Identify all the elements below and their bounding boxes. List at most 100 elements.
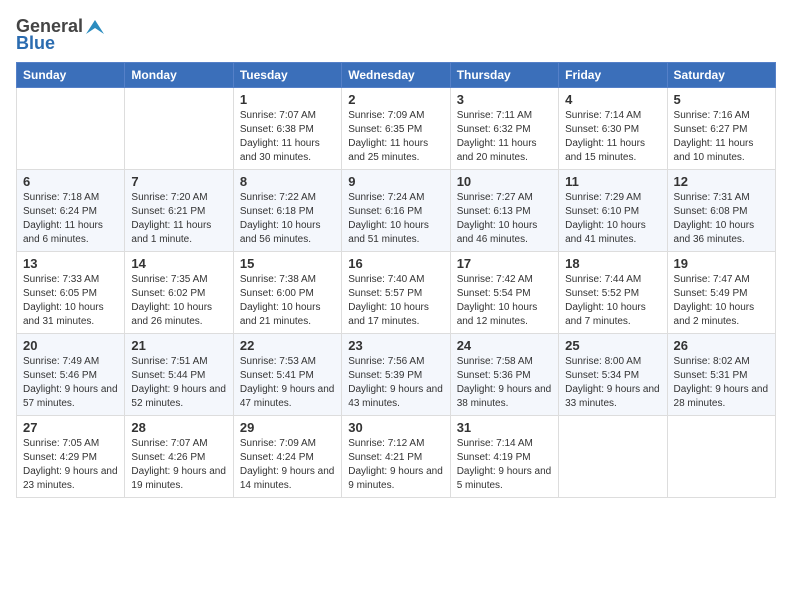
day-info: Sunrise: 7:14 AMSunset: 6:30 PMDaylight:… [565, 109, 660, 165]
calendar-cell: 17 Sunrise: 7:42 AMSunset: 5:54 PMDayligh… [450, 252, 558, 334]
logo-blue-text: Blue [16, 33, 55, 54]
column-header-thursday: Thursday [450, 63, 558, 88]
day-info: Sunrise: 7:07 AMSunset: 6:38 PMDaylight:… [240, 109, 335, 165]
calendar-header-row: SundayMondayTuesdayWednesdayThursdayFrid… [17, 63, 776, 88]
column-header-sunday: Sunday [17, 63, 125, 88]
calendar-cell: 30 Sunrise: 7:12 AMSunset: 4:21 PMDayligh… [342, 416, 450, 498]
day-number: 31 [457, 420, 552, 435]
day-info: Sunrise: 7:14 AMSunset: 4:19 PMDaylight:… [457, 437, 552, 493]
day-number: 12 [674, 174, 769, 189]
day-info: Sunrise: 7:09 AMSunset: 4:24 PMDaylight:… [240, 437, 335, 493]
day-info: Sunrise: 7:38 AMSunset: 6:00 PMDaylight:… [240, 273, 335, 329]
day-info: Sunrise: 7:29 AMSunset: 6:10 PMDaylight:… [565, 191, 660, 247]
calendar-cell: 16 Sunrise: 7:40 AMSunset: 5:57 PMDayligh… [342, 252, 450, 334]
calendar-cell: 21 Sunrise: 7:51 AMSunset: 5:44 PMDayligh… [125, 334, 233, 416]
day-number: 26 [674, 338, 769, 353]
day-info: Sunrise: 8:00 AMSunset: 5:34 PMDaylight:… [565, 355, 660, 411]
day-number: 15 [240, 256, 335, 271]
calendar-cell: 1 Sunrise: 7:07 AMSunset: 6:38 PMDaylight… [233, 88, 341, 170]
day-info: Sunrise: 7:27 AMSunset: 6:13 PMDaylight:… [457, 191, 552, 247]
day-info: Sunrise: 7:20 AMSunset: 6:21 PMDaylight:… [131, 191, 226, 247]
calendar-cell: 10 Sunrise: 7:27 AMSunset: 6:13 PMDayligh… [450, 170, 558, 252]
calendar-cell [125, 88, 233, 170]
day-info: Sunrise: 7:53 AMSunset: 5:41 PMDaylight:… [240, 355, 335, 411]
calendar-cell: 20 Sunrise: 7:49 AMSunset: 5:46 PMDayligh… [17, 334, 125, 416]
day-number: 18 [565, 256, 660, 271]
calendar-cell [667, 416, 775, 498]
day-info: Sunrise: 7:58 AMSunset: 5:36 PMDaylight:… [457, 355, 552, 411]
day-info: Sunrise: 7:40 AMSunset: 5:57 PMDaylight:… [348, 273, 443, 329]
day-info: Sunrise: 7:49 AMSunset: 5:46 PMDaylight:… [23, 355, 118, 411]
day-number: 25 [565, 338, 660, 353]
calendar-cell: 2 Sunrise: 7:09 AMSunset: 6:35 PMDaylight… [342, 88, 450, 170]
day-number: 10 [457, 174, 552, 189]
day-number: 6 [23, 174, 118, 189]
calendar-cell: 18 Sunrise: 7:44 AMSunset: 5:52 PMDayligh… [559, 252, 667, 334]
calendar-cell: 15 Sunrise: 7:38 AMSunset: 6:00 PMDayligh… [233, 252, 341, 334]
day-info: Sunrise: 7:31 AMSunset: 6:08 PMDaylight:… [674, 191, 769, 247]
calendar-cell: 31 Sunrise: 7:14 AMSunset: 4:19 PMDayligh… [450, 416, 558, 498]
day-number: 27 [23, 420, 118, 435]
calendar-week-1: 1 Sunrise: 7:07 AMSunset: 6:38 PMDaylight… [17, 88, 776, 170]
day-info: Sunrise: 7:33 AMSunset: 6:05 PMDaylight:… [23, 273, 118, 329]
day-number: 5 [674, 92, 769, 107]
column-header-friday: Friday [559, 63, 667, 88]
day-number: 11 [565, 174, 660, 189]
day-info: Sunrise: 7:47 AMSunset: 5:49 PMDaylight:… [674, 273, 769, 329]
calendar-cell [559, 416, 667, 498]
day-info: Sunrise: 7:07 AMSunset: 4:26 PMDaylight:… [131, 437, 226, 493]
calendar-cell: 26 Sunrise: 8:02 AMSunset: 5:31 PMDayligh… [667, 334, 775, 416]
day-info: Sunrise: 7:44 AMSunset: 5:52 PMDaylight:… [565, 273, 660, 329]
calendar-cell: 23 Sunrise: 7:56 AMSunset: 5:39 PMDayligh… [342, 334, 450, 416]
calendar-cell: 28Sunrise: 7:07 AMSunset: 4:26 PMDayligh… [125, 416, 233, 498]
day-number: 1 [240, 92, 335, 107]
day-number: 16 [348, 256, 443, 271]
calendar-cell: 13 Sunrise: 7:33 AMSunset: 6:05 PMDayligh… [17, 252, 125, 334]
calendar-cell: 8Sunrise: 7:22 AMSunset: 6:18 PMDaylight… [233, 170, 341, 252]
day-info: Sunrise: 7:12 AMSunset: 4:21 PMDaylight:… [348, 437, 443, 493]
day-info: Sunrise: 7:56 AMSunset: 5:39 PMDaylight:… [348, 355, 443, 411]
calendar-week-4: 20 Sunrise: 7:49 AMSunset: 5:46 PMDayligh… [17, 334, 776, 416]
day-number: 3 [457, 92, 552, 107]
day-number: 17 [457, 256, 552, 271]
calendar-cell: 6 Sunrise: 7:18 AMSunset: 6:24 PMDaylight… [17, 170, 125, 252]
calendar-cell: 24 Sunrise: 7:58 AMSunset: 5:36 PMDayligh… [450, 334, 558, 416]
calendar-cell: 11 Sunrise: 7:29 AMSunset: 6:10 PMDayligh… [559, 170, 667, 252]
day-number: 20 [23, 338, 118, 353]
day-number: 29 [240, 420, 335, 435]
day-info: Sunrise: 7:35 AMSunset: 6:02 PMDaylight:… [131, 273, 226, 329]
day-info: Sunrise: 7:51 AMSunset: 5:44 PMDaylight:… [131, 355, 226, 411]
day-number: 13 [23, 256, 118, 271]
day-number: 9 [348, 174, 443, 189]
day-info: Sunrise: 7:05 AMSunset: 4:29 PMDaylight:… [23, 437, 118, 493]
day-number: 22 [240, 338, 335, 353]
calendar-cell: 3 Sunrise: 7:11 AMSunset: 6:32 PMDaylight… [450, 88, 558, 170]
calendar-week-5: 27 Sunrise: 7:05 AMSunset: 4:29 PMDayligh… [17, 416, 776, 498]
day-info: Sunrise: 7:42 AMSunset: 5:54 PMDaylight:… [457, 273, 552, 329]
calendar-cell: 5Sunrise: 7:16 AMSunset: 6:27 PMDaylight… [667, 88, 775, 170]
day-info: Sunrise: 7:09 AMSunset: 6:35 PMDaylight:… [348, 109, 443, 165]
calendar-cell: 14 Sunrise: 7:35 AMSunset: 6:02 PMDayligh… [125, 252, 233, 334]
day-info: Sunrise: 7:18 AMSunset: 6:24 PMDaylight:… [23, 191, 118, 247]
calendar-week-2: 6 Sunrise: 7:18 AMSunset: 6:24 PMDaylight… [17, 170, 776, 252]
day-number: 2 [348, 92, 443, 107]
day-info: Sunrise: 7:11 AMSunset: 6:32 PMDaylight:… [457, 109, 552, 165]
calendar-cell: 19Sunrise: 7:47 AMSunset: 5:49 PMDayligh… [667, 252, 775, 334]
day-number: 4 [565, 92, 660, 107]
day-number: 21 [131, 338, 226, 353]
calendar-cell: 25 Sunrise: 8:00 AMSunset: 5:34 PMDayligh… [559, 334, 667, 416]
day-info: Sunrise: 8:02 AMSunset: 5:31 PMDaylight:… [674, 355, 769, 411]
column-header-saturday: Saturday [667, 63, 775, 88]
calendar-week-3: 13 Sunrise: 7:33 AMSunset: 6:05 PMDayligh… [17, 252, 776, 334]
calendar-cell: 27 Sunrise: 7:05 AMSunset: 4:29 PMDayligh… [17, 416, 125, 498]
day-number: 30 [348, 420, 443, 435]
day-number: 24 [457, 338, 552, 353]
day-number: 23 [348, 338, 443, 353]
column-header-wednesday: Wednesday [342, 63, 450, 88]
column-header-tuesday: Tuesday [233, 63, 341, 88]
day-number: 8 [240, 174, 335, 189]
day-number: 14 [131, 256, 226, 271]
calendar-cell: 22 Sunrise: 7:53 AMSunset: 5:41 PMDayligh… [233, 334, 341, 416]
logo-bird-icon [86, 20, 104, 34]
calendar-cell: 9Sunrise: 7:24 AMSunset: 6:16 PMDaylight… [342, 170, 450, 252]
